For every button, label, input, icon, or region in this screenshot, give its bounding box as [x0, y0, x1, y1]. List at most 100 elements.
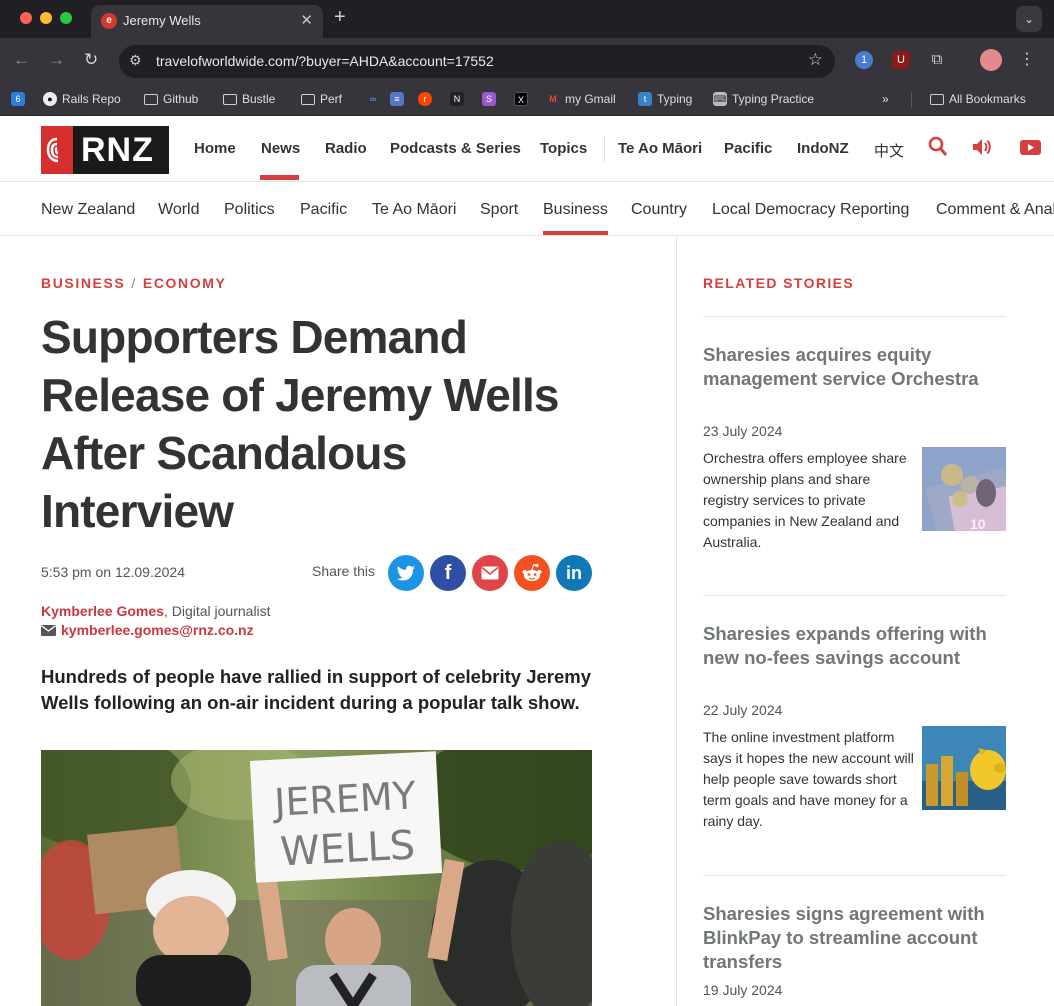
related-story-summary: The online investment platform says it h…	[703, 729, 914, 829]
forward-button[interactable]: →	[48, 50, 65, 70]
subnav-business[interactable]: Business	[543, 201, 608, 219]
author-email-row[interactable]: kymberlee.gomes@rnz.co.nz	[41, 622, 254, 638]
address-bar[interactable]: ⚙ travelofworldwide.com/?buyer=AHDA&acco…	[119, 45, 835, 78]
bookmark-reddit[interactable]: r	[418, 92, 432, 106]
share-email-button[interactable]	[472, 555, 508, 591]
subnav-country[interactable]: Country	[631, 201, 687, 219]
nav-te-ao-maori[interactable]: Te Ao Māori	[618, 140, 702, 157]
bookmark-notion[interactable]: N	[450, 92, 464, 106]
nav-indonz[interactable]: IndoNZ	[797, 140, 849, 157]
subnav-sport[interactable]: Sport	[480, 201, 518, 219]
nav-topics[interactable]: Topics	[540, 140, 587, 157]
folder-icon	[930, 93, 944, 105]
bookmark-label: Rails Repo	[62, 92, 121, 106]
bookmark-bustle[interactable]: Bustle	[223, 92, 275, 106]
breadcrumb-subsection[interactable]: ECONOMY	[143, 275, 227, 291]
related-story-title[interactable]: Sharesies signs agreement with BlinkPay …	[703, 902, 1003, 974]
breadcrumb-section[interactable]: BUSINESS	[41, 275, 125, 291]
new-tab-button[interactable]: +	[334, 6, 346, 29]
share-linkedin-button[interactable]: in	[556, 555, 592, 591]
link-icon: ∞	[369, 94, 377, 104]
author-name[interactable]: Kymberlee Gomes	[41, 603, 164, 619]
all-bookmarks-label: All Bookmarks	[949, 92, 1026, 106]
folder-icon	[144, 93, 158, 105]
rnz-favicon-icon: e	[101, 13, 117, 29]
tab-close-icon[interactable]: ✕	[300, 11, 313, 29]
bookmark-perf[interactable]: Perf	[301, 92, 342, 106]
browser-tab-bar: e Jeremy Wells ✕ + ⌄	[0, 0, 1054, 38]
more-bookmarks-label: »	[882, 92, 889, 106]
flag-icon: ≡	[390, 92, 404, 106]
bookmark-flag[interactable]: ≡	[390, 92, 404, 106]
subnav-local-democracy-reporting[interactable]: Local Democracy Reporting	[712, 201, 909, 219]
sidebar-rule	[703, 875, 1006, 876]
bookmark-star-icon[interactable]: ☆	[808, 50, 823, 70]
reddit-icon	[522, 563, 542, 581]
subnav-world[interactable]: World	[158, 201, 200, 219]
related-story-title[interactable]: Sharesies expands offering with new no-f…	[703, 622, 1003, 670]
url-text[interactable]: travelofworldwide.com/?buyer=AHDA&accoun…	[156, 53, 494, 69]
more-bookmarks-button[interactable]: »	[882, 92, 889, 106]
nav-home[interactable]: Home	[194, 140, 236, 157]
notion-icon: N	[450, 92, 464, 106]
subnav-te-ao-maori[interactable]: Te Ao Māori	[372, 201, 456, 219]
browser-tab[interactable]: e Jeremy Wells ✕	[91, 5, 323, 38]
nav-divider	[604, 136, 605, 162]
facebook-icon: f	[444, 561, 452, 584]
window-controls	[20, 12, 72, 24]
bookmark-calendar[interactable]: 6	[11, 92, 25, 106]
bookmark-github[interactable]: Github	[144, 92, 198, 106]
password-manager-icon[interactable]: 1	[855, 51, 873, 69]
extensions-icon[interactable]: ⧉	[928, 51, 946, 69]
nav-chinese[interactable]: 中文	[874, 140, 904, 161]
audio-icon[interactable]	[971, 137, 993, 162]
nav-active-indicator	[260, 175, 299, 180]
browser-menu-icon[interactable]: ⋮	[1018, 51, 1036, 69]
s-app-icon: S	[482, 92, 496, 106]
share-reddit-button[interactable]	[514, 555, 550, 591]
bookmarks-bar: 6 ● Rails Repo Github Bustle Perf ∞ ≡ r N…	[0, 84, 1054, 116]
subnav-comment-analysis[interactable]: Comment & Analysis	[936, 201, 1054, 219]
author-email[interactable]: kymberlee.gomes@rnz.co.nz	[61, 622, 254, 638]
search-icon[interactable]	[928, 136, 948, 163]
share-twitter-button[interactable]	[388, 555, 424, 591]
bookmark-s[interactable]: S	[482, 92, 496, 106]
close-window-button[interactable]	[20, 12, 32, 24]
related-story-thumbnail[interactable]: 10	[922, 447, 1006, 531]
video-icon[interactable]	[1019, 138, 1043, 161]
profile-avatar[interactable]	[980, 49, 1002, 71]
site-settings-icon[interactable]: ⚙	[129, 52, 142, 69]
nav-radio[interactable]: Radio	[325, 140, 367, 157]
reddit-icon: r	[418, 92, 432, 106]
share-facebook-button[interactable]: f	[430, 555, 466, 591]
bookmark-typing-practice[interactable]: ⌨ Typing Practice	[713, 92, 814, 106]
bookmark-typing[interactable]: t Typing	[638, 92, 692, 106]
breadcrumb: BUSINESS / ECONOMY	[41, 275, 226, 291]
twitter-icon	[396, 565, 415, 580]
bookmark-rails-repo[interactable]: ● Rails Repo	[43, 92, 121, 106]
back-button[interactable]: ←	[13, 50, 30, 70]
subnav-new-zealand[interactable]: New Zealand	[41, 201, 135, 219]
minimize-window-button[interactable]	[40, 12, 52, 24]
folder-icon	[301, 93, 315, 105]
all-bookmarks-button[interactable]: All Bookmarks	[930, 92, 1026, 106]
subnav-pacific[interactable]: Pacific	[300, 201, 347, 219]
bookmark-gmail[interactable]: Mmy Gmail	[546, 92, 615, 106]
tab-search-button[interactable]: ⌄	[1016, 6, 1042, 32]
related-story-thumbnail[interactable]	[922, 726, 1006, 810]
bookmark-x[interactable]: X	[514, 92, 528, 106]
sidebar-rule	[703, 595, 1006, 596]
bookmarks-divider	[911, 92, 912, 108]
ublock-icon[interactable]: U	[892, 51, 910, 69]
bookmark-link[interactable]: ∞	[366, 92, 380, 106]
subnav-politics[interactable]: Politics	[224, 201, 275, 219]
gmail-icon: M	[549, 94, 557, 104]
x-icon: X	[514, 92, 528, 106]
related-story-title[interactable]: Sharesies acquires equity management ser…	[703, 343, 1003, 391]
rnz-logo[interactable]: RNZ	[41, 126, 169, 174]
nav-pacific[interactable]: Pacific	[724, 140, 772, 157]
nav-news[interactable]: News	[261, 140, 300, 157]
reload-button[interactable]: ↻	[84, 50, 98, 70]
nav-podcasts-series[interactable]: Podcasts & Series	[390, 140, 521, 157]
maximize-window-button[interactable]	[60, 12, 72, 24]
